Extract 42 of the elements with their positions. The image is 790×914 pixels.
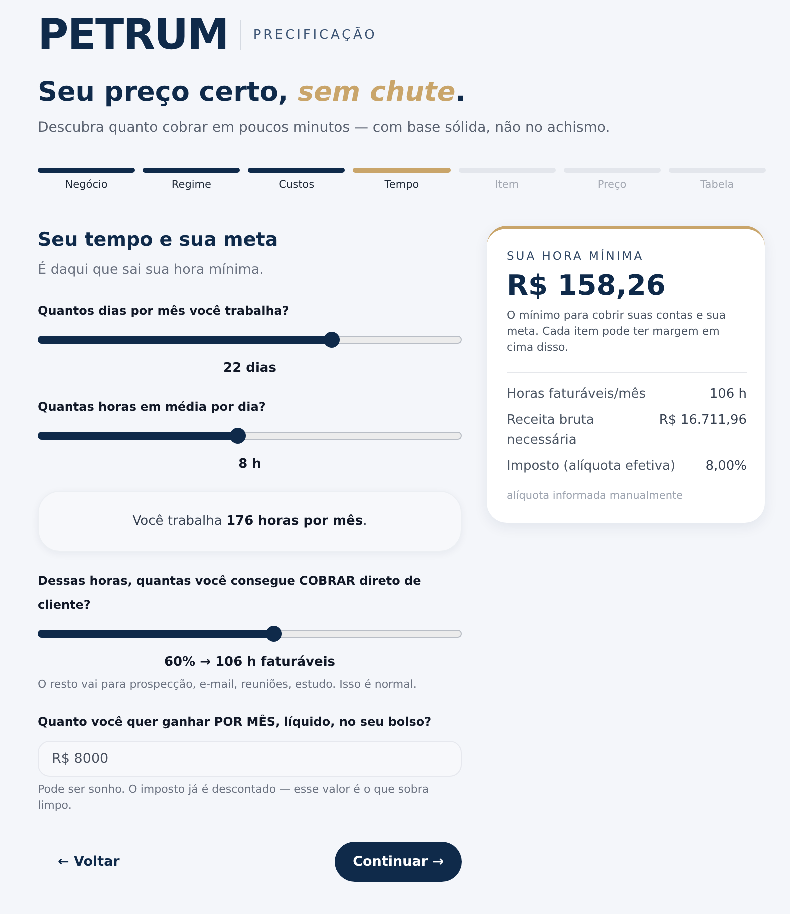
card-eyebrow: SUA HORA MÍNIMA <box>507 248 646 264</box>
step-label: Tabela <box>700 178 734 192</box>
page-subtitle: Descubra quanto cobrar em poucos minutos — com base sólida, não no achismo. <box>38 119 612 138</box>
continue-button[interactable]: Continuar → <box>335 842 462 882</box>
slider[interactable] <box>38 626 462 642</box>
slider-value: 8 h <box>238 456 262 474</box>
step-label: Negócio <box>65 178 108 192</box>
card-note: alíquota informada manualmente <box>507 489 684 503</box>
section-label: PRECIFICAÇÃO <box>253 28 378 42</box>
form-title: Seu tempo e sua meta <box>38 228 280 252</box>
card-description: O mínimo para cobrir suas contas e sua meta. Cada item pode ter margem em cima disso. <box>507 308 728 356</box>
amount-input[interactable]: R$ 8000 <box>38 741 462 777</box>
form-subtitle: É daqui que sai sua hora mínima. <box>38 261 265 279</box>
step-label: Custos <box>279 178 315 192</box>
slider[interactable] <box>38 332 462 348</box>
step-label: Regime <box>172 178 212 192</box>
hourly-rate: R$ 158,26 <box>507 269 667 303</box>
back-button[interactable]: ← Voltar <box>48 842 130 882</box>
slider[interactable] <box>38 428 462 444</box>
question-label: Quantas horas em média por dia? <box>38 399 267 416</box>
question-label: Quantos dias por mês você trabalha? <box>38 303 290 320</box>
step-label: Tempo <box>384 178 420 192</box>
step-label: Preço <box>598 178 627 192</box>
step-label: Item <box>495 178 520 192</box>
brand-logo: PETRUM <box>38 14 228 56</box>
page-headline: Seu preço certo, sem chute. <box>38 76 467 110</box>
metric-value: 106 h <box>710 386 747 404</box>
metric-value: R$ 16.711,96 <box>659 412 747 430</box>
metric-value: 8,00% <box>706 458 747 476</box>
slider-value: 22 dias <box>224 360 276 378</box>
info-text: Você trabalha 176 horas por mês. <box>132 512 368 530</box>
metric-label: Receita bruta necessária <box>507 412 596 450</box>
metric-label: Imposto (alíquota efetiva) <box>507 458 676 476</box>
slider-thumb[interactable] <box>230 428 246 444</box>
hint-text: Pode ser sonho. O imposto já é descontado — esse valor é o que sobra limpo. <box>38 782 430 814</box>
question-label: Dessas horas, quantas você consegue COBRAR direto de cliente? <box>38 573 422 614</box>
slider-thumb[interactable] <box>266 626 282 642</box>
slider-value: 60% → 106 h faturáveis <box>164 654 336 672</box>
hint-text: O resto vai para prospecção, e-mail, reuniões, estudo. Isso é normal. <box>38 677 418 693</box>
metric-label: Horas faturáveis/mês <box>507 386 646 404</box>
slider-thumb[interactable] <box>324 332 340 348</box>
question-label: Quanto você quer ganhar POR MÊS, líquido, no seu bolso? <box>38 714 433 731</box>
